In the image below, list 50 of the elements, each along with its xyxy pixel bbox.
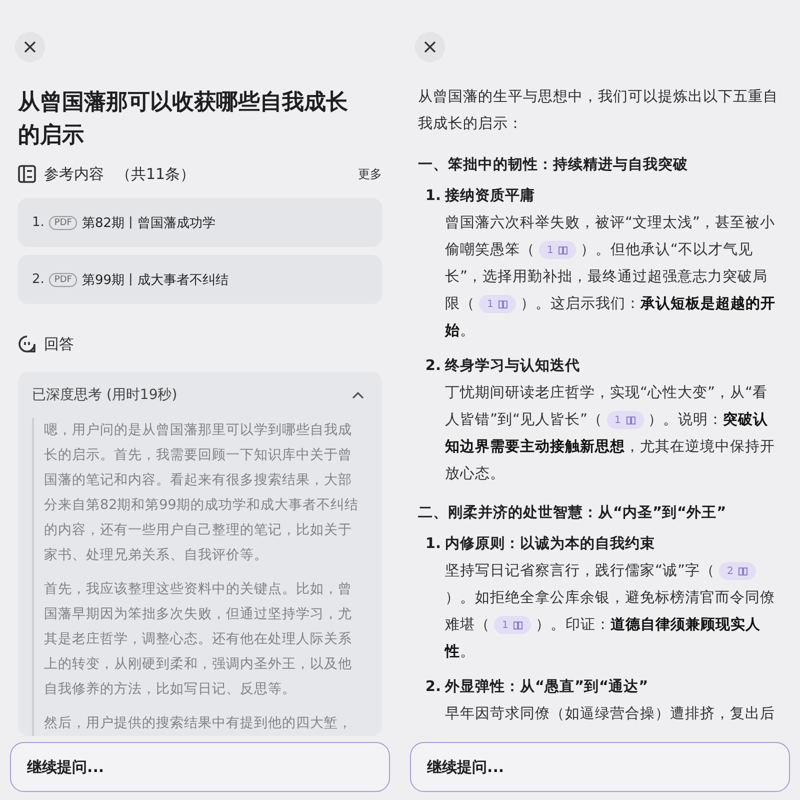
file-type-badge: PDF	[49, 272, 77, 286]
close-icon	[424, 41, 436, 53]
thinking-text: 然后，用户提供的搜索结果中有提到他的四大堑，	[44, 714, 353, 733]
question-title: 从曾国藩那可以收获哪些自我成长的启示	[18, 89, 349, 150]
reference-count: （共11条）	[116, 164, 196, 184]
reference-number: 2.	[32, 272, 44, 287]
citation-chip[interactable]: 1	[479, 295, 516, 314]
chat-bubble-icon	[18, 335, 36, 353]
item-title: 外显弹性：从“愚直”到“通达”	[445, 678, 650, 697]
reference-card[interactable]: 1. PDF 第82期丨曾国藩成功学	[18, 198, 382, 247]
answer-intro: 从曾国藩的生平与思想中，我们可以提炼出以下五重自我成长的启示：	[418, 88, 779, 134]
close-button[interactable]	[15, 32, 45, 62]
close-button[interactable]	[415, 32, 445, 62]
answer-paragraph: 丁忧期间研读老庄哲学，实现“心性大变”，从“看人皆错”到“见人皆长”（ 1 ）。说明：突破认知边界需要主动接触新思想，尤其在逆境中保持开放心态。	[445, 384, 776, 484]
item-number: 2.	[424, 357, 442, 376]
reference-title: 第82期丨曾国藩成功学	[82, 214, 216, 232]
item-number: 1.	[424, 535, 442, 554]
item-title: 内修原则：以诚为本的自我约束	[445, 534, 656, 554]
section-heading: 参考内容	[44, 164, 104, 184]
section-heading: 二、刚柔并济的处世智慧：从“内圣”到“外王”	[418, 504, 728, 523]
more-link[interactable]: 更多	[358, 166, 382, 182]
book-icon	[626, 416, 636, 425]
item-title: 终身学习与认知迭代	[445, 356, 581, 376]
thinking-text: 首先，我应该整理这些资料中的关键点。比如，曾国藩早期因为笨拙多次失败，但通过坚持学习，尤其是老庄哲学，调整心态。还有他在处理人际关系上的转变，从刚硬到柔和，强调内圣外王，以及他自我修养的方法，比如写日记、反思等。	[44, 580, 353, 699]
item-number: 1.	[424, 187, 442, 206]
book-icon	[513, 620, 524, 630]
book-icon	[738, 566, 748, 576]
question-input[interactable]: 继续提问...	[10, 742, 390, 792]
reference-card[interactable]: 2. PDF 第99期丨成大事者不纠结	[18, 255, 382, 304]
book-icon	[558, 246, 568, 255]
close-icon	[24, 41, 36, 53]
book-icon	[498, 300, 508, 309]
section-heading: 回答	[44, 334, 74, 354]
question-input[interactable]: 继续提问...	[410, 742, 790, 792]
thinking-toggle[interactable]: 已深度思考 (用时19秒)	[32, 386, 364, 404]
thinking-text: 嗯，用户问的是从曾国藩那里可以学到哪些自我成长的启示。首先，我需要回顾一下知识库中关于曾国藩的笔记和内容。看起来有很多搜索结果，大部分来自第82期和第99期的成功学和成大事者不纠结的内容，还有一些用户自己整理的笔记，比如关于家书、处理兄弟关系、自我评价等。	[44, 421, 360, 565]
reference-title: 第99期丨成大事者不纠结	[82, 272, 228, 288]
citation-chip[interactable]: 1	[606, 411, 644, 430]
file-type-badge: PDF	[49, 216, 77, 230]
reference-number: 1.	[32, 215, 44, 230]
citation-chip[interactable]: 1	[539, 241, 576, 260]
section-heading: 一、笨拙中的韧性：持续精进与自我突破	[418, 156, 689, 175]
document-list-icon	[18, 165, 36, 183]
answer-paragraph: 早年因苛求同僚（如逼绿营合操）遭排挤，复出后	[445, 705, 776, 724]
citation-chip[interactable]: 1	[494, 616, 532, 634]
answer-paragraph: 坚持写日记省察言行，践行儒家“诚”字（ 2 ）。如拒绝全拿公库余银，避免标榜清官而令同僚难堪（ 1 ）。印证：道德自律须兼顾现实人性。	[445, 561, 776, 662]
citation-chip[interactable]: 2	[719, 562, 756, 580]
answer-paragraph: 曾国藩六次科举失败，被评“文理太浅”，甚至被小偷嘲笑愚笨（ 1 ）。但他承认“不以才气见长”，选择用勤补拙，最终通过超强意志力突破局限（ 1 ）。这启示我们：承认短板是超越的开始。	[445, 214, 776, 341]
item-number: 2.	[424, 678, 442, 697]
item-title: 接纳资质平庸	[445, 186, 536, 206]
